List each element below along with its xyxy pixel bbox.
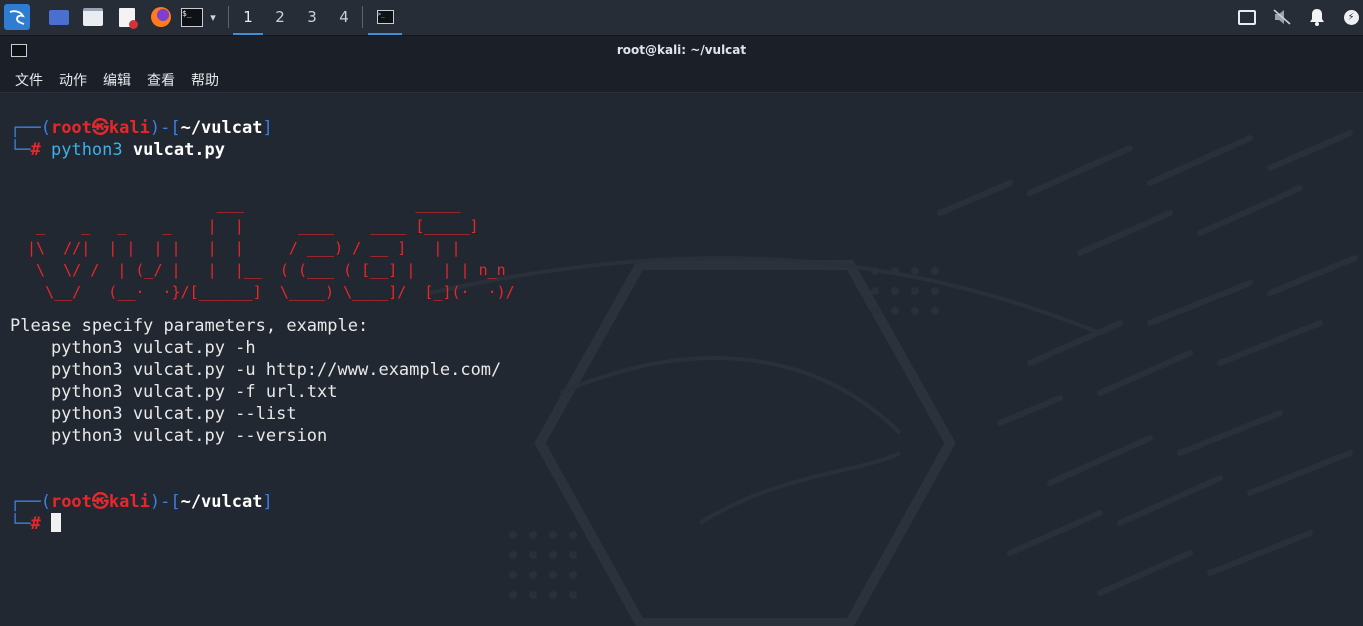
- bell-icon[interactable]: [1306, 4, 1328, 30]
- terminal-icon[interactable]: $_: [180, 4, 204, 30]
- prompt-user: root: [50, 492, 92, 512]
- separator: [228, 6, 229, 28]
- prompt-corner: └─: [10, 514, 31, 534]
- prompt-frame-close: ]: [262, 118, 273, 138]
- prompt-frame-open: ┌──(: [10, 492, 51, 512]
- terminal-window-icon: >_: [376, 9, 394, 24]
- banner-line: |\ //| | | | | | | / ___) / __ ] | |: [18, 239, 461, 257]
- menu-actions[interactable]: 动作: [59, 70, 87, 90]
- menu-help[interactable]: 帮助: [191, 70, 219, 90]
- prompt-hash: #: [30, 140, 41, 160]
- workspace-2[interactable]: 2: [265, 0, 295, 33]
- prompt-host: kali: [108, 492, 150, 512]
- muted-speaker-icon[interactable]: [1270, 4, 1294, 30]
- window-title: root@kali: ~/vulcat: [616, 43, 747, 57]
- text-cursor: [50, 513, 61, 532]
- separator: [362, 6, 363, 28]
- menu-view[interactable]: 查看: [147, 70, 175, 90]
- prompt-at: ㉿: [91, 118, 109, 138]
- banner-line: \__/ (__· ·}/[______] \____) \____]/ [_]…: [18, 283, 515, 301]
- prompt-path: ~/vulcat: [180, 492, 263, 512]
- terminal-window-button[interactable]: >_: [368, 0, 402, 35]
- chevron-down-icon[interactable]: ▾: [206, 4, 220, 30]
- menu-file[interactable]: 文件: [15, 70, 43, 90]
- kali-menu-icon[interactable]: [4, 4, 30, 30]
- menu-edit[interactable]: 编辑: [103, 70, 131, 90]
- prompt-frame-mid: )-[: [149, 118, 181, 138]
- firefox-icon[interactable]: [149, 4, 173, 30]
- output-line: python3 vulcat.py -h: [10, 338, 256, 358]
- output-line: Please specify parameters, example:: [10, 316, 369, 336]
- prompt-line-1: ┌──(root㉿kali)-[~/vulcat]: [10, 117, 273, 139]
- banner-line: _ _ _ _ | | ____ ____ [_____]: [18, 217, 479, 235]
- show-desktop-icon[interactable]: [47, 4, 71, 30]
- text-editor-icon[interactable]: [115, 4, 139, 30]
- command-arg: vulcat.py: [132, 140, 226, 160]
- prompt-frame-open: ┌──(: [10, 118, 51, 138]
- terminal-area[interactable]: ┌──(root㉿kali)-[~/vulcat] └─# python3 vu…: [0, 93, 1363, 626]
- prompt-host: kali: [108, 118, 150, 138]
- prompt-at: ㉿: [91, 492, 109, 512]
- workspace-1[interactable]: 1: [233, 0, 263, 35]
- file-manager-icon[interactable]: [81, 4, 105, 30]
- prompt-corner: └─: [10, 140, 31, 160]
- prompt-path: ~/vulcat: [180, 118, 263, 138]
- window-titlebar[interactable]: root@kali: ~/vulcat: [0, 36, 1363, 64]
- menu-bar: 文件 动作 编辑 查看 帮助: [0, 64, 1363, 93]
- prompt-user: root: [50, 118, 92, 138]
- banner-line: \ \/ / | (_/ | | |__ ( (___ ( [__] | | |…: [18, 261, 506, 279]
- workspace-4[interactable]: 4: [329, 0, 359, 33]
- power-icon[interactable]: ⚡: [1340, 4, 1362, 30]
- command-line-1: └─# python3 vulcat.py: [10, 139, 225, 161]
- output-line: python3 vulcat.py -f url.txt: [10, 382, 338, 402]
- output-line: python3 vulcat.py -u http://www.example.…: [10, 360, 502, 380]
- prompt-frame-mid: )-[: [149, 492, 181, 512]
- output-line: python3 vulcat.py --version: [10, 426, 328, 446]
- prompt-line-2: ┌──(root㉿kali)-[~/vulcat]: [10, 491, 273, 513]
- workspace-3[interactable]: 3: [297, 0, 327, 33]
- vulcat-ascii-banner: ___ _____ _ _ _ _ | | ____ ____ [_____] …: [18, 193, 515, 303]
- top-panel: $_ ▾ 1 2 3 4 >_ ⚡: [0, 0, 1363, 36]
- prompt-frame-close: ]: [262, 492, 273, 512]
- banner-line: ___ _____: [18, 195, 461, 213]
- prompt-hash: #: [30, 514, 41, 534]
- command-name: python3: [50, 140, 123, 160]
- command-line-2[interactable]: └─#: [10, 513, 61, 535]
- display-icon[interactable]: [1236, 4, 1258, 30]
- output-line: python3 vulcat.py --list: [10, 404, 297, 424]
